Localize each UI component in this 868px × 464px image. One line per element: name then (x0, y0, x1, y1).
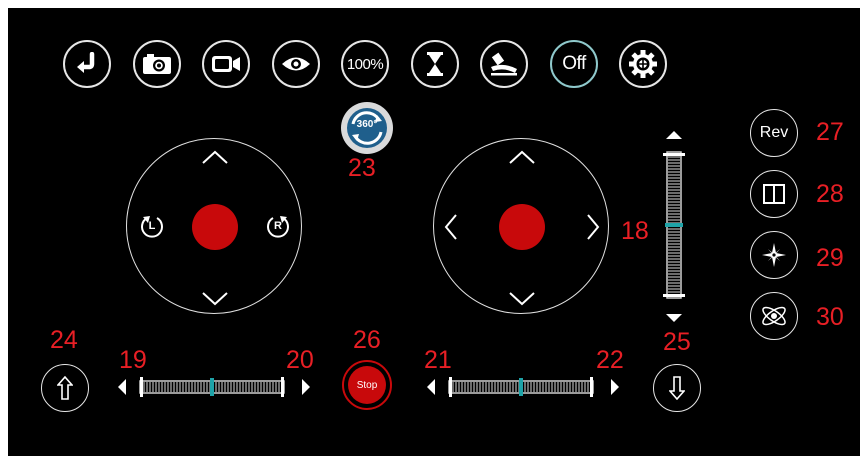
marker-30: 30 (816, 303, 844, 331)
camera-icon (143, 54, 171, 74)
vertical-trim-indicator (665, 223, 683, 227)
right-joystick[interactable] (433, 138, 609, 314)
split-screen-button[interactable] (750, 170, 798, 218)
speed-button[interactable]: 100% (341, 40, 389, 88)
flip-360-label: 360° (356, 119, 378, 130)
speed-label: 100% (346, 55, 384, 73)
calibrate-button[interactable] (480, 40, 528, 88)
marker-18: 18 (621, 217, 649, 245)
settings-button[interactable] (619, 40, 667, 88)
compass-icon (762, 243, 786, 267)
marker-22: 22 (596, 346, 624, 374)
compass-button[interactable] (750, 231, 798, 279)
right-arrow-icon (587, 214, 600, 240)
up-arrow-icon (202, 150, 228, 164)
vr-view-button[interactable] (272, 40, 320, 88)
app-screen: 100% Off 360° L R Stop Rev 18 19 20 21 2… (8, 8, 860, 456)
photo-button[interactable] (133, 40, 181, 88)
marker-20: 20 (286, 346, 314, 374)
hourglass-icon (427, 52, 443, 76)
marker-25: 25 (663, 328, 691, 356)
split-screen-icon (763, 184, 785, 204)
up-arrow-icon (57, 376, 73, 400)
trim-right-arrow-icon (302, 379, 310, 395)
gear-icon (629, 50, 657, 78)
marker-27: 27 (816, 118, 844, 146)
right-horizontal-trim[interactable] (425, 374, 621, 400)
right-horizontal-trim-indicator (519, 378, 523, 396)
ascend-button[interactable] (41, 364, 89, 412)
trim-right-arrow-icon (611, 379, 619, 395)
back-button[interactable] (63, 40, 111, 88)
stop-button-core: Stop (348, 366, 386, 404)
reverse-label: Rev (759, 124, 789, 141)
return-arrow-icon (77, 52, 95, 73)
video-button[interactable] (202, 40, 250, 88)
left-arrow-icon (444, 214, 457, 240)
left-joystick-knob[interactable] (192, 204, 238, 250)
stop-label: Stop (356, 379, 378, 391)
down-arrow-icon (202, 292, 228, 306)
marker-21: 21 (424, 346, 452, 374)
marker-24: 24 (50, 326, 78, 354)
gyro-button[interactable] (750, 292, 798, 340)
emergency-stop-button[interactable]: Stop (342, 360, 392, 410)
altitude-hold-button[interactable] (411, 40, 459, 88)
marker-28: 28 (816, 180, 844, 208)
trim-up-arrow-icon (666, 131, 682, 139)
marker-29: 29 (816, 244, 844, 272)
trim-down-arrow-icon (666, 314, 682, 322)
trim-left-arrow-icon (118, 379, 126, 395)
marker-23: 23 (348, 154, 376, 182)
down-arrow-icon (509, 292, 535, 306)
descend-button[interactable] (653, 364, 701, 412)
reverse-button[interactable]: Rev (750, 109, 798, 157)
up-arrow-icon (509, 150, 535, 164)
level-icon (491, 52, 517, 76)
left-horizontal-trim[interactable] (116, 374, 312, 400)
vr-glasses-icon (282, 57, 310, 71)
marker-26: 26 (353, 326, 381, 354)
gyro-orbit-icon (762, 306, 786, 326)
headless-toggle-button[interactable]: Off (550, 40, 598, 88)
rotate-left-label: L (148, 220, 156, 232)
trim-left-arrow-icon (427, 379, 435, 395)
headless-toggle-label: Off (562, 53, 586, 74)
rotate-left-button[interactable]: L (139, 214, 165, 240)
marker-19: 19 (119, 346, 147, 374)
left-joystick[interactable]: L R (126, 138, 302, 314)
rotate-right-button[interactable]: R (265, 214, 291, 240)
video-camera-icon (212, 56, 240, 72)
down-arrow-icon (669, 376, 685, 400)
flip-360-button[interactable]: 360° (341, 102, 393, 154)
vertical-trim[interactable] (662, 130, 686, 324)
right-joystick-knob[interactable] (499, 204, 545, 250)
left-horizontal-trim-indicator (210, 378, 214, 396)
rotate-right-label: R (274, 220, 282, 232)
